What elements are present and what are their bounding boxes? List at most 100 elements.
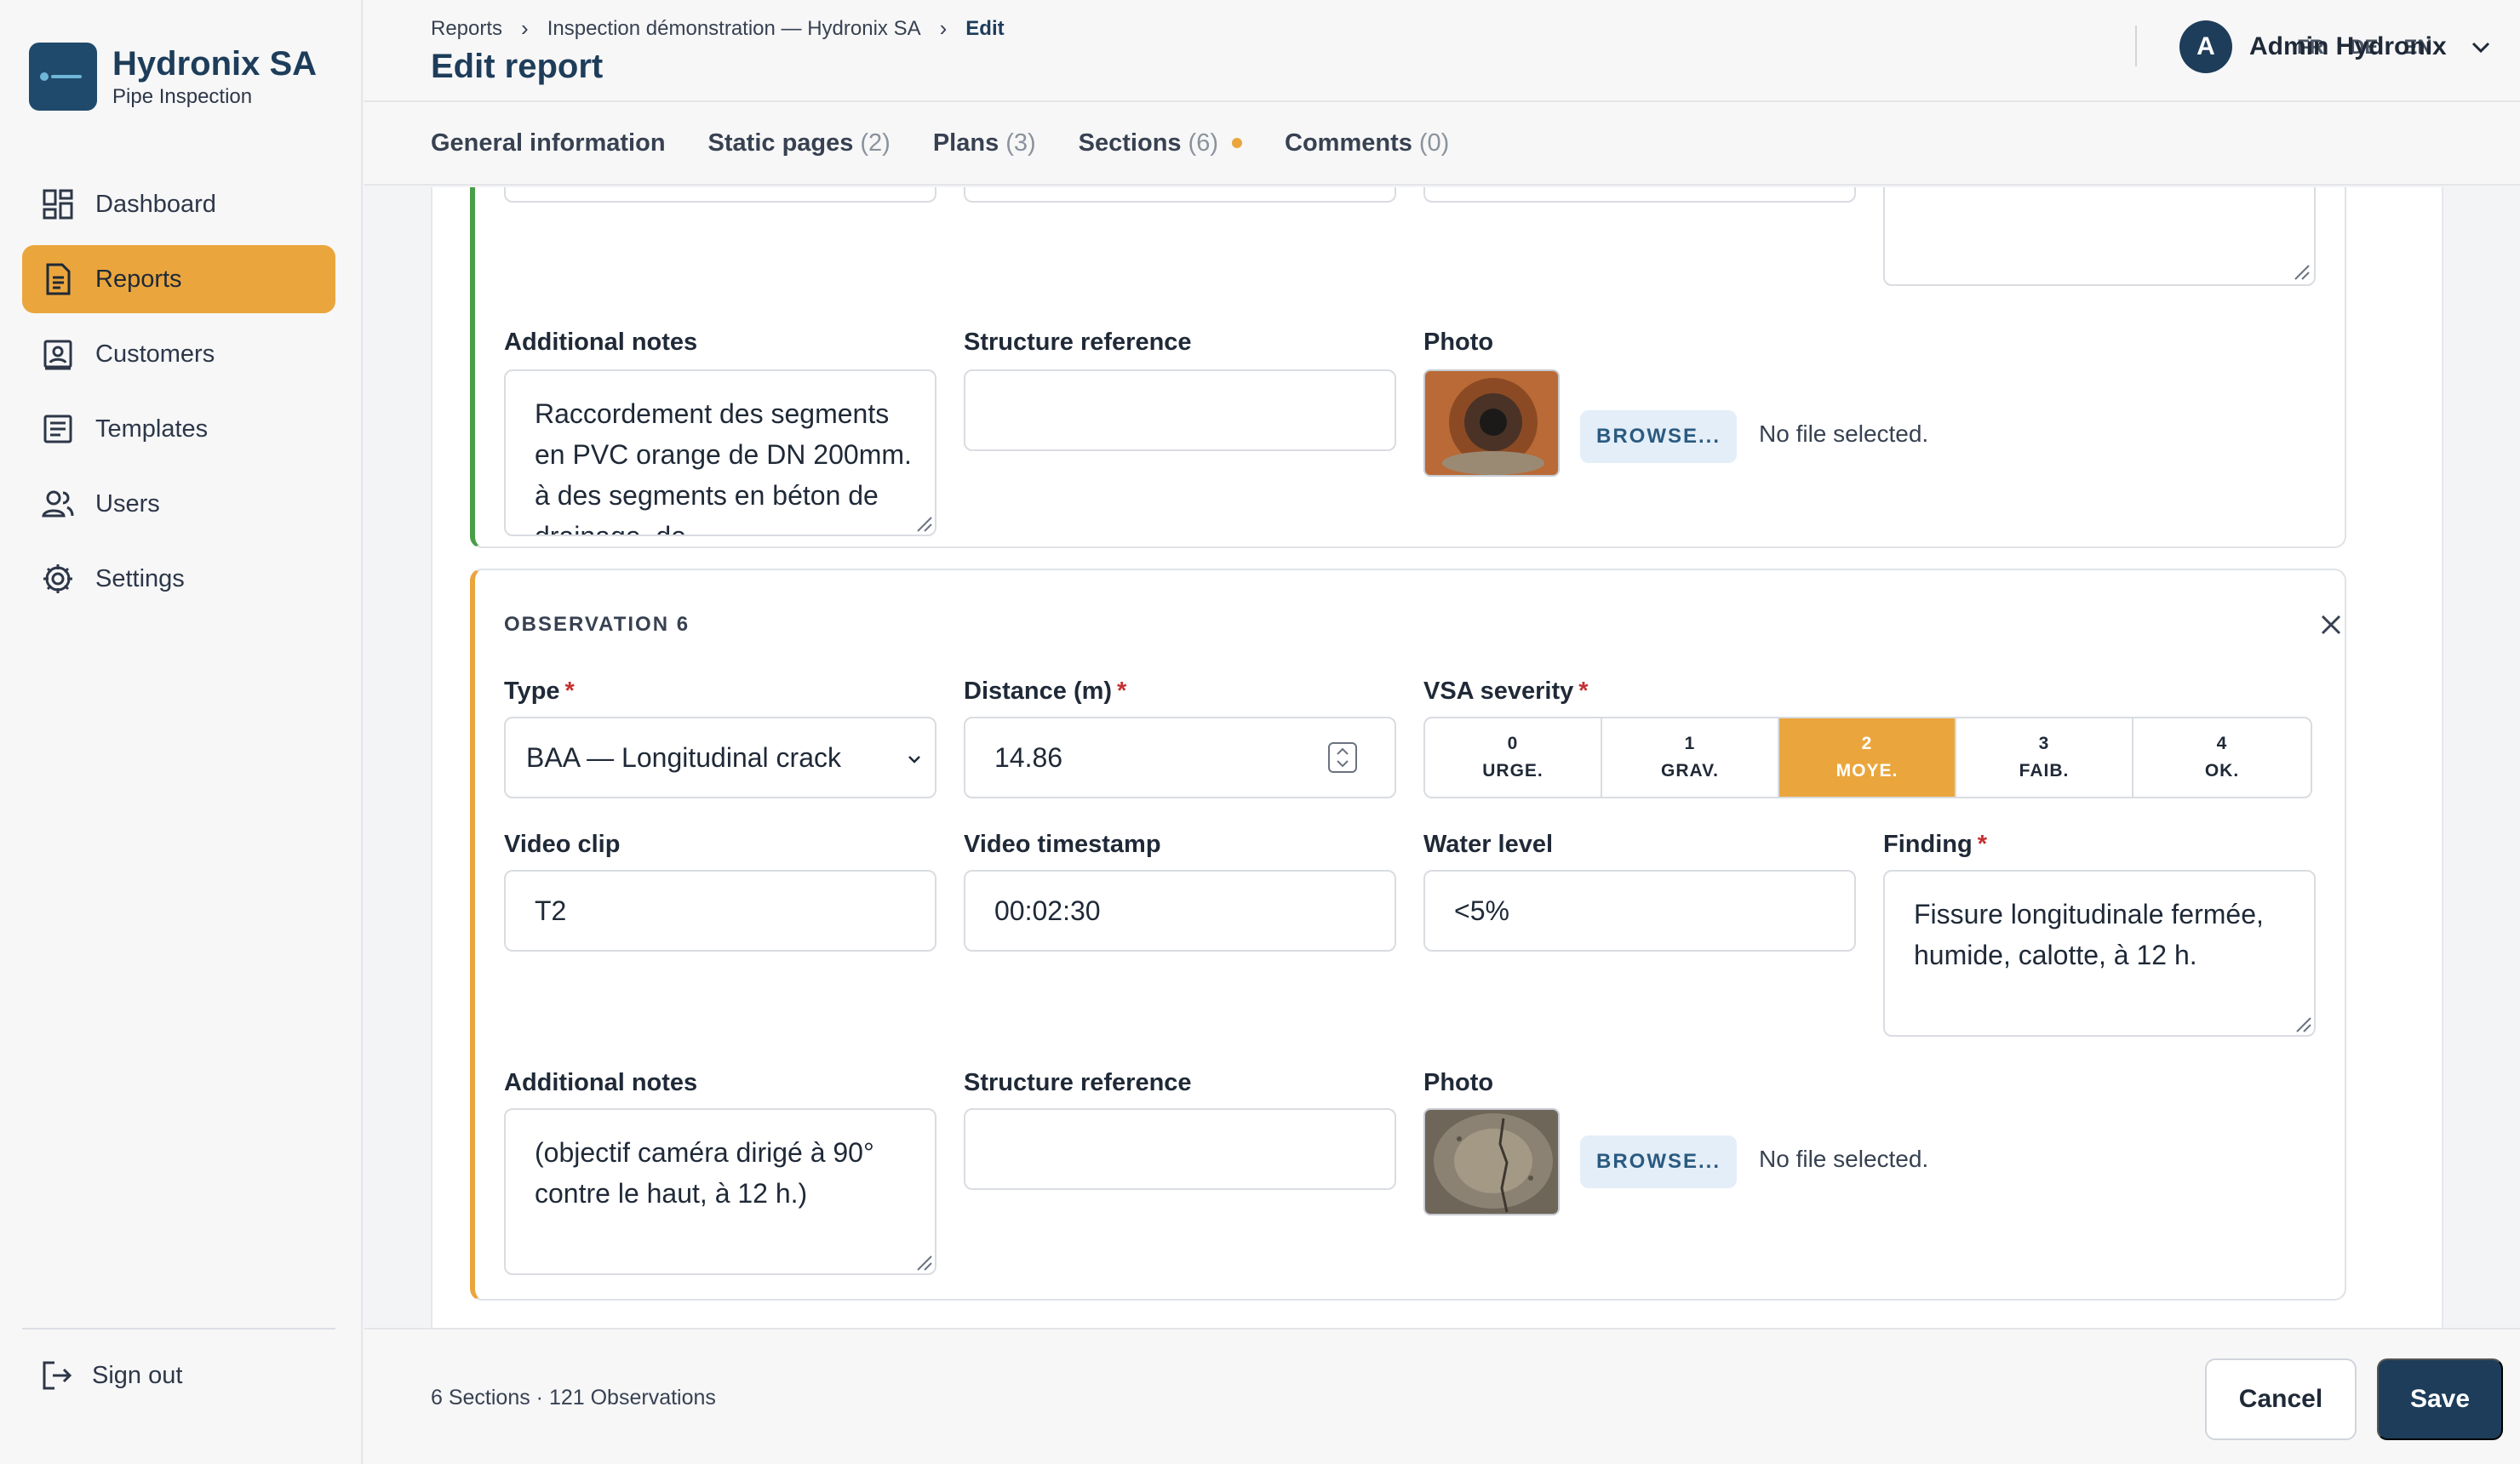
tab-label: Comments [1285, 129, 1412, 157]
browse-button[interactable]: BROWSE... [1580, 1135, 1737, 1188]
type-select[interactable]: BAA — Longitudinal crack [504, 717, 936, 798]
close-icon[interactable] [2317, 611, 2345, 638]
observation-card-5: Additional notes Raccordement des segmen… [470, 187, 2346, 548]
severity-option-1[interactable]: 1 GRAV. [1602, 718, 1779, 797]
severity-option-3[interactable]: 3 FAIB. [1956, 718, 2133, 797]
structure-label: Structure reference [964, 1069, 1192, 1096]
tab-static-pages[interactable]: Static pages (2) [708, 129, 891, 157]
additional-notes-field[interactable]: Raccordement des segments en PVC orange … [504, 369, 936, 536]
sidebar-item-label: Reports [95, 265, 182, 293]
unsaved-dot [1232, 138, 1242, 148]
water-level-label: Water level [1423, 831, 1554, 858]
sidebar-item-dashboard[interactable]: Dashboard [22, 170, 335, 238]
additional-notes-field[interactable]: (objectif caméra dirigé à 90° contre le … [504, 1108, 936, 1275]
severity-option-2[interactable]: 2 MOYE. [1779, 718, 1956, 797]
severity-option-4[interactable]: 4 OK. [2133, 718, 2311, 797]
page-title: Edit report [431, 48, 604, 85]
chevron-down-icon [908, 756, 920, 763]
severity-selector: 0 URGE. 1 GRAV. 2 MOYE. 3 FAIB. 4 OK. [1423, 717, 2312, 798]
report-summary: 6 Sections · 121 Observations [431, 1386, 716, 1410]
template-icon [39, 410, 77, 448]
resize-handle-icon[interactable] [913, 512, 933, 533]
sidebar-item-users[interactable]: Users [22, 470, 335, 538]
tab-comments[interactable]: Comments (0) [1285, 129, 1449, 157]
main-content: Additional notes Raccordement des segmen… [364, 187, 2520, 1328]
breadcrumb-report[interactable]: Inspection démonstration — Hydronix SA [547, 17, 921, 41]
severity-label: VSA severity * [1423, 678, 1589, 705]
dashboard-icon [39, 186, 77, 223]
sidebar-nav: Dashboard Reports Customers Templates Us… [22, 170, 335, 620]
structure-reference-input[interactable] [964, 369, 1396, 451]
sign-out-button[interactable]: Sign out [39, 1358, 182, 1393]
cancel-button[interactable]: Cancel [2205, 1358, 2357, 1440]
photo-thumbnail[interactable] [1423, 369, 1560, 477]
contact-card-icon [39, 335, 77, 373]
form-footer: 6 Sections · 121 Observations Cancel Sav… [364, 1328, 2520, 1464]
distance-label: Distance (m) * [964, 678, 1127, 705]
resize-handle-icon[interactable] [2292, 1013, 2312, 1033]
browse-button[interactable]: BROWSE... [1580, 410, 1737, 463]
brand[interactable]: Hydronix SA Pipe Inspection [29, 43, 317, 111]
user-name: Admin Hydronix [2249, 32, 2447, 60]
sidebar-item-settings[interactable]: Settings [22, 545, 335, 613]
type-label: Type * [504, 678, 575, 705]
video-timestamp-label: Video timestamp [964, 831, 1161, 858]
avatar: A [2179, 20, 2232, 73]
photo-label: Photo [1423, 1069, 1494, 1096]
tab-label: General information [431, 129, 666, 157]
clipped-field[interactable] [504, 187, 936, 203]
chevron-right-icon: › [521, 15, 529, 41]
clipped-field[interactable] [964, 187, 1396, 203]
tab-count: (2) [860, 129, 891, 157]
clipped-finding-field[interactable] [1883, 187, 2316, 286]
sidebar-item-label: Users [95, 489, 160, 518]
breadcrumb-reports[interactable]: Reports [431, 17, 502, 41]
users-icon [39, 485, 77, 523]
breadcrumb: Reports › Inspection démonstration — Hyd… [431, 15, 1005, 42]
section-panel: Additional notes Raccordement des segmen… [431, 187, 2443, 1328]
file-status: No file selected. [1759, 420, 1929, 447]
chevron-right-icon: › [939, 15, 948, 41]
photo-thumbnail[interactable] [1423, 1108, 1560, 1215]
brand-name: Hydronix SA [112, 45, 318, 83]
report-tabs: General information Static pages (2) Pla… [364, 102, 2520, 186]
tab-plans[interactable]: Plans (3) [933, 129, 1036, 157]
photo-label: Photo [1423, 329, 1494, 356]
tab-label: Plans [932, 129, 999, 157]
sign-out-label: Sign out [92, 1361, 183, 1389]
file-status: No file selected. [1759, 1146, 1929, 1172]
document-icon [39, 260, 77, 298]
header-divider [2135, 26, 2137, 66]
sidebar-divider [22, 1328, 335, 1330]
save-button[interactable]: Save [2377, 1358, 2503, 1440]
tab-label: Sections [1078, 129, 1182, 157]
user-menu[interactable]: A Admin Hydronix [2179, 20, 2493, 73]
sidebar-item-customers[interactable]: Customers [22, 320, 335, 388]
tab-count: (6) [1188, 129, 1218, 157]
tab-sections[interactable]: Sections (6) [1079, 129, 1242, 157]
tab-count: (0) [1418, 129, 1450, 157]
brand-subtitle: Pipe Inspection [112, 85, 253, 108]
sidebar-item-label: Dashboard [95, 190, 216, 218]
water-level-input[interactable]: <5% [1423, 870, 1856, 952]
structure-reference-input[interactable] [964, 1108, 1396, 1190]
resize-handle-icon[interactable] [913, 1251, 933, 1272]
resize-handle-icon[interactable] [2290, 260, 2311, 281]
tab-general-information[interactable]: General information [431, 129, 666, 157]
video-timestamp-input[interactable]: 00:02:30 [964, 870, 1396, 952]
finding-field[interactable]: Fissure longitudinale fermée, humide, ca… [1883, 870, 2316, 1037]
severity-option-0[interactable]: 0 URGE. [1425, 718, 1602, 797]
video-clip-input[interactable]: T2 [504, 870, 936, 952]
breadcrumb-current: Edit [965, 16, 1005, 40]
structure-label: Structure reference [964, 329, 1192, 356]
sign-out-icon [43, 1361, 72, 1390]
video-clip-label: Video clip [504, 831, 621, 858]
sidebar-item-reports[interactable]: Reports [22, 245, 335, 313]
gear-icon [39, 560, 77, 598]
notes-label: Additional notes [504, 1069, 698, 1096]
tab-count: (3) [1005, 129, 1036, 157]
number-stepper-icon[interactable] [1328, 742, 1357, 773]
observation-card-6: OBSERVATION 6 Type * BAA — Longitudinal c… [470, 569, 2346, 1301]
sidebar-item-templates[interactable]: Templates [22, 395, 335, 463]
clipped-field[interactable] [1423, 187, 1856, 203]
